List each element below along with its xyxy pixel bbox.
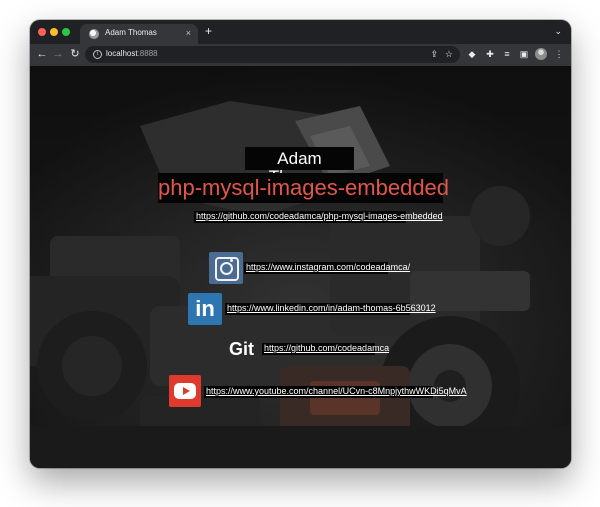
reading-list-icon[interactable]: ≡ <box>502 49 512 59</box>
arrow-left-icon[interactable]: ← <box>36 48 48 60</box>
tab-title: Adam Thomas <box>105 28 157 37</box>
maximize-window-button[interactable] <box>62 28 70 36</box>
url-port: :8888 <box>137 49 158 58</box>
share-icon[interactable]: ⇪ <box>430 49 438 59</box>
linkedin-link[interactable]: https://www.linkedin.com/in/adam-thomas-… <box>225 303 436 315</box>
minimize-window-button[interactable] <box>50 28 58 36</box>
tab-active[interactable]: Adam Thomas × <box>80 24 198 44</box>
extension-icon[interactable]: ◆ <box>467 49 477 59</box>
address-bar[interactable]: i localhost:8888 ⇪ ☆ <box>85 46 460 63</box>
linkedin-icon[interactable]: in <box>188 293 222 325</box>
browser-toolbar: ← → ↻ i localhost:8888 ⇪ ☆ ◆ ✚ ≡ ▣ ⋮ <box>30 44 571 66</box>
tab-strip: Adam Thomas × + ⌄ <box>30 20 571 44</box>
star-icon[interactable]: ☆ <box>445 49 453 59</box>
linkedin-logo-text: in <box>195 296 215 321</box>
info-icon[interactable]: i <box>93 50 102 59</box>
close-window-button[interactable] <box>38 28 46 36</box>
page-content: Adam Thomas php-mysql-images-embedded ht… <box>30 66 571 468</box>
instagram-link[interactable]: https://www.instagram.com/codeadamca/ <box>244 262 410 274</box>
new-tab-button[interactable]: + <box>205 25 212 37</box>
github-link[interactable]: https://github.com/codeadamca <box>262 343 389 355</box>
instagram-icon[interactable] <box>209 252 243 284</box>
git-icon[interactable]: Git <box>229 338 257 360</box>
avatar[interactable] <box>535 48 547 60</box>
project-title-text: php-mysql-images-embedded <box>158 175 450 200</box>
git-logo-text: Git <box>229 339 254 359</box>
arrow-right-icon[interactable]: → <box>52 48 64 60</box>
youtube-icon[interactable] <box>169 375 201 407</box>
side-panel-icon[interactable]: ▣ <box>519 49 529 59</box>
youtube-link[interactable]: https://www.youtube.com/channel/UCvn-c8M… <box>204 386 467 398</box>
page-viewport: Adam Thomas php-mysql-images-embedded ht… <box>30 66 571 468</box>
author-name: Adam Thomas <box>245 147 354 186</box>
puzzle-icon[interactable]: ✚ <box>485 49 495 59</box>
favicon-icon <box>89 29 99 39</box>
browser-window: Adam Thomas × + ⌄ ← → ↻ i localhost:8888… <box>30 20 571 468</box>
tab-search-icon[interactable]: ⌄ <box>554 27 562 36</box>
repo-link[interactable]: https://github.com/codeadamca/php-mysql-… <box>194 211 443 223</box>
reload-icon[interactable]: ↻ <box>69 48 81 60</box>
page-title: php-mysql-images-embedded <box>158 173 450 203</box>
tab-close-icon[interactable]: × <box>186 28 191 38</box>
kebab-menu-icon[interactable]: ⋮ <box>554 49 564 59</box>
url-text[interactable]: localhost:8888 <box>106 49 158 58</box>
url-host: localhost <box>106 49 138 58</box>
